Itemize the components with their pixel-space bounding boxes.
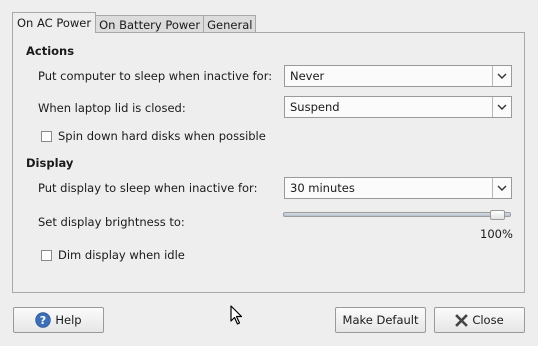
brightness-percent: 100% xyxy=(480,227,513,241)
computer-sleep-select[interactable]: Never xyxy=(284,65,512,87)
computer-sleep-label: Put computer to sleep when inactive for: xyxy=(38,69,273,83)
computer-sleep-value: Never xyxy=(290,69,325,83)
spin-down-option[interactable]: Spin down hard disks when possible xyxy=(41,129,266,143)
display-sleep-select[interactable]: 30 minutes xyxy=(284,177,512,199)
help-button[interactable]: ? Help xyxy=(13,307,104,333)
close-button-label: Close xyxy=(472,313,504,327)
help-button-label: Help xyxy=(55,313,82,327)
chevron-down-icon xyxy=(492,178,511,198)
chevron-down-icon xyxy=(492,66,511,86)
display-sleep-value: 30 minutes xyxy=(290,181,355,195)
dim-display-label: Dim display when idle xyxy=(58,248,185,262)
display-heading: Display xyxy=(26,156,74,170)
chevron-down-icon xyxy=(492,97,511,117)
svg-text:?: ? xyxy=(40,314,46,327)
tab-panel: Actions Put computer to sleep when inact… xyxy=(12,32,525,293)
lid-closed-value: Suspend xyxy=(290,100,340,114)
display-sleep-label: Put display to sleep when inactive for: xyxy=(38,181,258,195)
mouse-pointer-icon xyxy=(230,305,244,328)
brightness-slider[interactable] xyxy=(283,212,511,217)
lid-closed-label: When laptop lid is closed: xyxy=(38,101,186,115)
close-button[interactable]: Close xyxy=(434,307,525,333)
tab-general[interactable]: General xyxy=(203,15,257,33)
make-default-button-label: Make Default xyxy=(342,313,419,327)
dim-display-option[interactable]: Dim display when idle xyxy=(41,248,185,262)
brightness-label: Set display brightness to: xyxy=(38,215,185,229)
lid-closed-select[interactable]: Suspend xyxy=(284,96,512,118)
spin-down-checkbox[interactable] xyxy=(41,130,52,142)
dim-display-checkbox[interactable] xyxy=(41,249,52,261)
help-icon: ? xyxy=(35,312,52,328)
brightness-slider-handle[interactable] xyxy=(490,210,505,220)
close-icon xyxy=(455,313,469,327)
spin-down-label: Spin down hard disks when possible xyxy=(58,129,266,143)
actions-heading: Actions xyxy=(26,44,75,58)
make-default-button[interactable]: Make Default xyxy=(335,307,426,333)
tab-on-battery-power[interactable]: On Battery Power xyxy=(95,15,205,33)
tab-on-ac-power[interactable]: On AC Power xyxy=(12,12,97,33)
tab-bar: On AC Power On Battery Power General xyxy=(12,12,257,33)
